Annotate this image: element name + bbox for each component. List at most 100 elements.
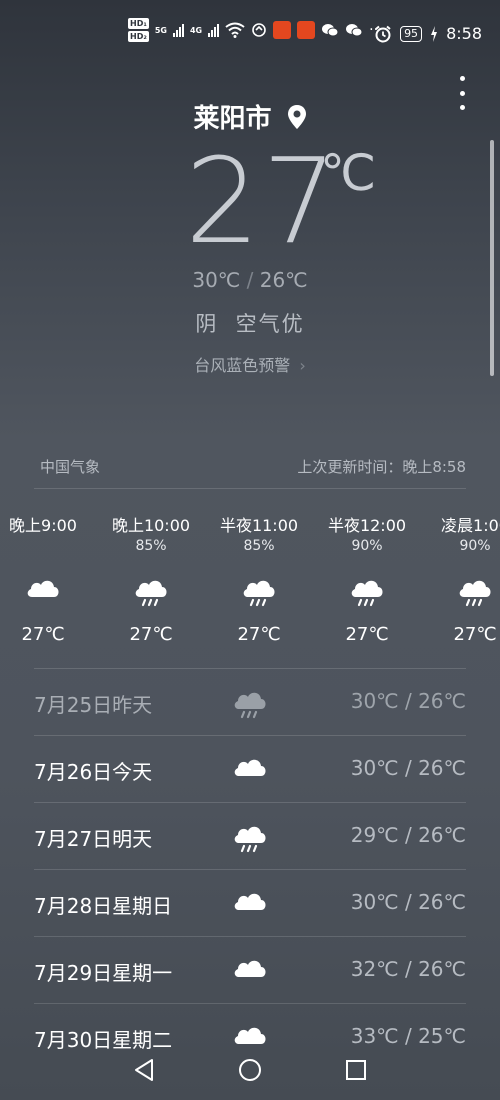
network-type-4g: 4G xyxy=(189,25,203,35)
app-badge-icon-2 xyxy=(297,21,316,39)
wechat-icon xyxy=(322,24,339,37)
clock: 8:58 xyxy=(446,24,482,43)
hotspot-icon xyxy=(252,23,266,37)
weather-condition: 阴 空气优 xyxy=(195,312,305,336)
signal-icon-2 xyxy=(208,23,220,37)
day-temp-range: 29℃ / 26℃ xyxy=(350,823,466,847)
rain-probability xyxy=(0,538,98,560)
hour-icon xyxy=(96,560,206,620)
last-update-time: 上次更新时间：晚上8:58 xyxy=(297,458,466,476)
hour-icon xyxy=(420,560,500,620)
temperature-value: 27 xyxy=(185,132,340,270)
hour-temp: 27℃ xyxy=(129,624,173,645)
divider xyxy=(34,488,466,489)
city-name: 莱阳市 xyxy=(193,104,272,134)
hourly-item: 半夜11:00 85% 27℃ xyxy=(204,512,314,645)
hourly-item: 晚上9:00 27℃ xyxy=(0,512,98,645)
scrollbar[interactable] xyxy=(490,140,494,376)
daily-row[interactable]: 7月25日昨天 30℃ / 26℃ xyxy=(34,669,466,735)
hour-temp: 27℃ xyxy=(21,624,65,645)
rain-probability: 85% xyxy=(243,538,275,554)
rain-probability: 90% xyxy=(351,538,383,554)
hd2-label: HD₂ xyxy=(128,31,149,42)
day-date: 7月27日明天 xyxy=(34,827,153,851)
typhoon-alert-link[interactable]: 台风蓝色预警 › xyxy=(0,352,500,376)
home-button[interactable] xyxy=(230,1052,270,1088)
hour-time: 凌晨1:00 xyxy=(441,516,500,535)
day-date: 7月26日今天 xyxy=(34,760,153,784)
daily-row[interactable]: 7月28日星期日 30℃ / 26℃ xyxy=(34,870,466,936)
data-source-row: 中国气象 上次更新时间：晚上8:58 xyxy=(40,456,466,477)
rain-icon xyxy=(135,580,167,607)
rain-icon xyxy=(459,580,491,607)
hour-icon xyxy=(0,560,98,620)
alarm-icon xyxy=(375,25,391,42)
more-dot-icon xyxy=(459,76,465,81)
rain-probability: 90% xyxy=(459,538,491,554)
hour-temp: 27℃ xyxy=(237,624,281,645)
hour-temp: 27℃ xyxy=(453,624,497,645)
high-low-temperature: 30℃ / 26℃ xyxy=(0,268,500,292)
cloudy-icon xyxy=(234,893,266,910)
data-provider: 中国气象 xyxy=(40,458,101,476)
rain-icon xyxy=(234,692,266,719)
daily-row[interactable]: 7月27日明天 29℃ / 26℃ xyxy=(34,803,466,869)
day-temp-range: 32℃ / 26℃ xyxy=(350,957,466,981)
rain-icon xyxy=(351,580,383,607)
high-temp: 30℃ xyxy=(192,268,241,292)
more-dot-icon xyxy=(459,90,465,96)
app-badge-icon xyxy=(273,21,292,39)
hour-time: 半夜12:00 xyxy=(327,516,407,535)
day-date: 7月28日星期日 xyxy=(34,894,173,918)
cloudy-icon xyxy=(234,960,266,977)
back-icon xyxy=(135,1059,153,1081)
hourly-item: 晚上10:00 85% 27℃ xyxy=(96,512,206,645)
day-weather-icon xyxy=(230,884,270,922)
day-weather-icon xyxy=(230,951,270,989)
recents-icon xyxy=(346,1060,366,1080)
cloudy-icon xyxy=(234,759,266,776)
city-header[interactable]: 莱阳市 xyxy=(0,98,500,135)
rain-probability: 85% xyxy=(135,538,167,554)
day-weather-icon xyxy=(230,817,270,855)
navigation-bar xyxy=(0,1040,500,1100)
daily-row[interactable]: 7月26日今天 30℃ / 26℃ xyxy=(34,736,466,802)
day-temp-range: 30℃ / 26℃ xyxy=(350,689,466,713)
day-weather-icon xyxy=(230,683,270,721)
day-temp-range: 30℃ / 26℃ xyxy=(350,890,466,914)
hourly-item: 半夜12:00 90% 27℃ xyxy=(312,512,422,645)
rain-icon xyxy=(243,580,275,607)
wechat-icon-2 xyxy=(346,24,363,37)
high-low-separator: / xyxy=(246,268,254,292)
temperature-unit: ℃ xyxy=(320,144,377,202)
hour-icon xyxy=(312,560,422,620)
status-icons-right: 95 8:58 xyxy=(374,24,482,43)
chevron-right-icon: › xyxy=(299,356,306,375)
signal-icon xyxy=(172,23,184,37)
location-pin-icon xyxy=(287,105,306,129)
hour-time: 半夜11:00 xyxy=(219,516,299,535)
home-icon xyxy=(239,1059,261,1081)
network-type-5g: 5G xyxy=(154,25,167,35)
day-weather-icon xyxy=(230,750,270,788)
hd1-label: HD₁ xyxy=(128,18,149,29)
hourly-forecast[interactable]: 晚上9:00 27℃ 晚上10:00 85% 27℃ 半夜11:00 85% 27℃ 半夜12:… xyxy=(0,512,500,652)
alert-text: 台风蓝色预警 xyxy=(194,356,291,375)
day-date: 7月25日昨天 xyxy=(34,693,153,717)
low-temp: 26℃ xyxy=(259,268,308,292)
recents-button[interactable] xyxy=(336,1052,376,1088)
hour-temp: 27℃ xyxy=(345,624,389,645)
charging-icon xyxy=(431,25,438,42)
daily-row[interactable]: 7月29日星期一 32℃ / 26℃ xyxy=(34,937,466,1003)
wifi-icon xyxy=(225,22,245,38)
current-temperature: 27 ℃ xyxy=(185,132,376,270)
hourly-item: 凌晨1:00 90% 27℃ xyxy=(420,512,500,645)
back-button[interactable] xyxy=(124,1052,164,1088)
hour-icon xyxy=(204,560,314,620)
day-temp-range: 30℃ / 26℃ xyxy=(350,756,466,780)
hour-time: 晚上10:00 xyxy=(111,516,191,535)
cloudy-icon xyxy=(27,580,59,597)
hour-time: 晚上9:00 xyxy=(9,516,77,535)
status-bar: HD₁ HD₂ 5G 4G ··· 95 8:58 xyxy=(0,0,500,60)
hd-indicator: HD₁ HD₂ xyxy=(128,18,149,42)
